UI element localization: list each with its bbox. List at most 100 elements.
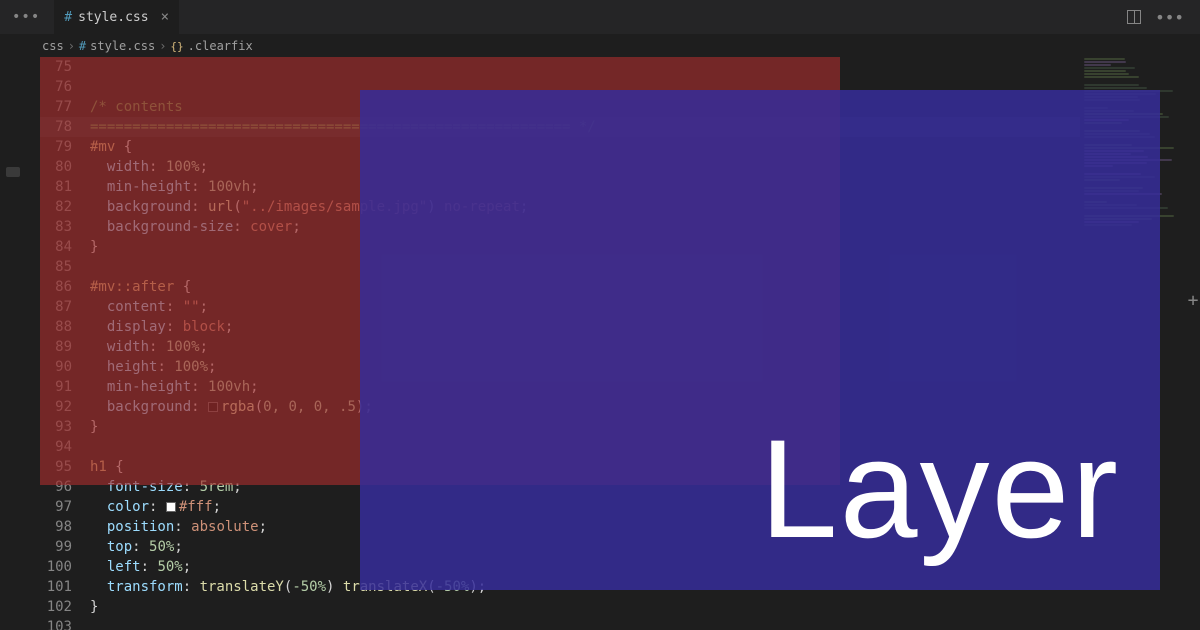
titlebar: ••• # style.css × ••• [0,0,1200,35]
breadcrumb-seg[interactable]: style.css [90,39,155,53]
code-line[interactable]: 88 display: block; [40,317,1200,337]
code-line[interactable]: 103 [40,617,1200,630]
code-line[interactable]: 85 [40,257,1200,277]
line-number: 94 [40,437,90,457]
split-editor-icon[interactable] [1127,10,1141,24]
code-content: position: absolute; [90,517,267,537]
code-line[interactable]: 91 min-height: 100vh; [40,377,1200,397]
line-number: 91 [40,377,90,397]
code-content: width: 100%; [90,157,208,177]
code-line[interactable]: 92 background: rgba(0, 0, 0, .5); [40,397,1200,417]
code-line[interactable]: 75 [40,57,1200,77]
breadcrumb-seg[interactable]: .clearfix [188,39,253,53]
code-line[interactable]: 82 background: url("../images/sample.jpg… [40,197,1200,217]
code-line[interactable]: 98 position: absolute; [40,517,1200,537]
line-number: 76 [40,77,90,97]
line-number: 102 [40,597,90,617]
code-content: left: 50%; [90,557,191,577]
line-number: 78 [40,117,90,137]
code-line[interactable]: 80 width: 100%; [40,157,1200,177]
code-content: min-height: 100vh; [90,177,259,197]
code-line[interactable]: 95h1 { [40,457,1200,477]
code-content: } [90,597,98,617]
activity-bar[interactable] [0,57,40,630]
code-line[interactable]: 78======================================… [40,117,1200,137]
add-icon[interactable]: + [1186,290,1200,311]
code-line[interactable]: 94 [40,437,1200,457]
code-content: background-size: cover; [90,217,301,237]
tab-label: style.css [78,10,148,25]
code-content: height: 100%; [90,357,216,377]
line-number: 99 [40,537,90,557]
code-line[interactable]: 84} [40,237,1200,257]
line-number: 96 [40,477,90,497]
line-number: 95 [40,457,90,477]
code-content: top: 50%; [90,537,183,557]
tab-style-css[interactable]: # style.css × [54,0,179,35]
code-content: #mv { [90,137,132,157]
code-line[interactable]: 101 transform: translateY(-50%) translat… [40,577,1200,597]
code-content: width: 100%; [90,337,208,357]
breadcrumb[interactable]: css › # style.css › {} .clearfix [0,35,1200,57]
code-content: /* contents [90,97,183,117]
css-file-icon: # [64,10,72,25]
line-number: 83 [40,217,90,237]
code-line[interactable]: 79#mv { [40,137,1200,157]
minimap[interactable] [1080,57,1200,617]
code-line[interactable]: 77/* contents [40,97,1200,117]
line-number: 97 [40,497,90,517]
code-line[interactable]: 86#mv::after { [40,277,1200,297]
close-icon[interactable]: × [161,9,169,25]
menu-dots-icon[interactable]: ••• [12,9,40,25]
editor-wrap: 757677/* contents78=====================… [0,57,1200,630]
code-content: } [90,237,98,257]
chevron-right-icon: › [159,39,166,53]
code-line[interactable]: 93} [40,417,1200,437]
code-line[interactable]: 83 background-size: cover; [40,217,1200,237]
line-number: 98 [40,517,90,537]
breadcrumb-seg[interactable]: css [42,39,64,53]
code-line[interactable]: 96 font-size: 5rem; [40,477,1200,497]
color-swatch-icon [166,502,176,512]
code-content: min-height: 100vh; [90,377,259,397]
code-line[interactable]: 89 width: 100%; [40,337,1200,357]
line-number: 77 [40,97,90,117]
code-content: display: block; [90,317,233,337]
code-line[interactable]: 99 top: 50%; [40,537,1200,557]
css-file-icon: # [79,39,86,53]
code-line[interactable]: 81 min-height: 100vh; [40,177,1200,197]
line-number: 81 [40,177,90,197]
code-content: transform: translateY(-50%) translateX(-… [90,577,486,597]
more-actions-icon[interactable]: ••• [1155,8,1184,27]
code-line[interactable]: 87 content: ""; [40,297,1200,317]
activity-marker [6,167,20,177]
code-line[interactable]: 100 left: 50%; [40,557,1200,577]
titlebar-actions: ••• [1127,8,1200,27]
line-number: 79 [40,137,90,157]
line-number: 87 [40,297,90,317]
line-number: 93 [40,417,90,437]
line-number: 101 [40,577,90,597]
code-editor[interactable]: 757677/* contents78=====================… [40,57,1200,630]
code-line[interactable]: 97 color: #fff; [40,497,1200,517]
code-content: #mv::after { [90,277,191,297]
code-content: font-size: 5rem; [90,477,242,497]
color-swatch-icon [208,402,218,412]
line-number: 82 [40,197,90,217]
line-number: 88 [40,317,90,337]
line-number: 80 [40,157,90,177]
chevron-right-icon: › [68,39,75,53]
line-number: 86 [40,277,90,297]
line-number: 84 [40,237,90,257]
code-content: background: rgba(0, 0, 0, .5); [90,397,373,417]
code-line[interactable]: 102} [40,597,1200,617]
code-content: background: url("../images/sample.jpg") … [90,197,528,217]
code-content: content: ""; [90,297,208,317]
line-number: 85 [40,257,90,277]
css-rule-icon: {} [170,40,183,53]
line-number: 75 [40,57,90,77]
line-number: 100 [40,557,90,577]
line-number: 90 [40,357,90,377]
code-line[interactable]: 90 height: 100%; [40,357,1200,377]
code-line[interactable]: 76 [40,77,1200,97]
